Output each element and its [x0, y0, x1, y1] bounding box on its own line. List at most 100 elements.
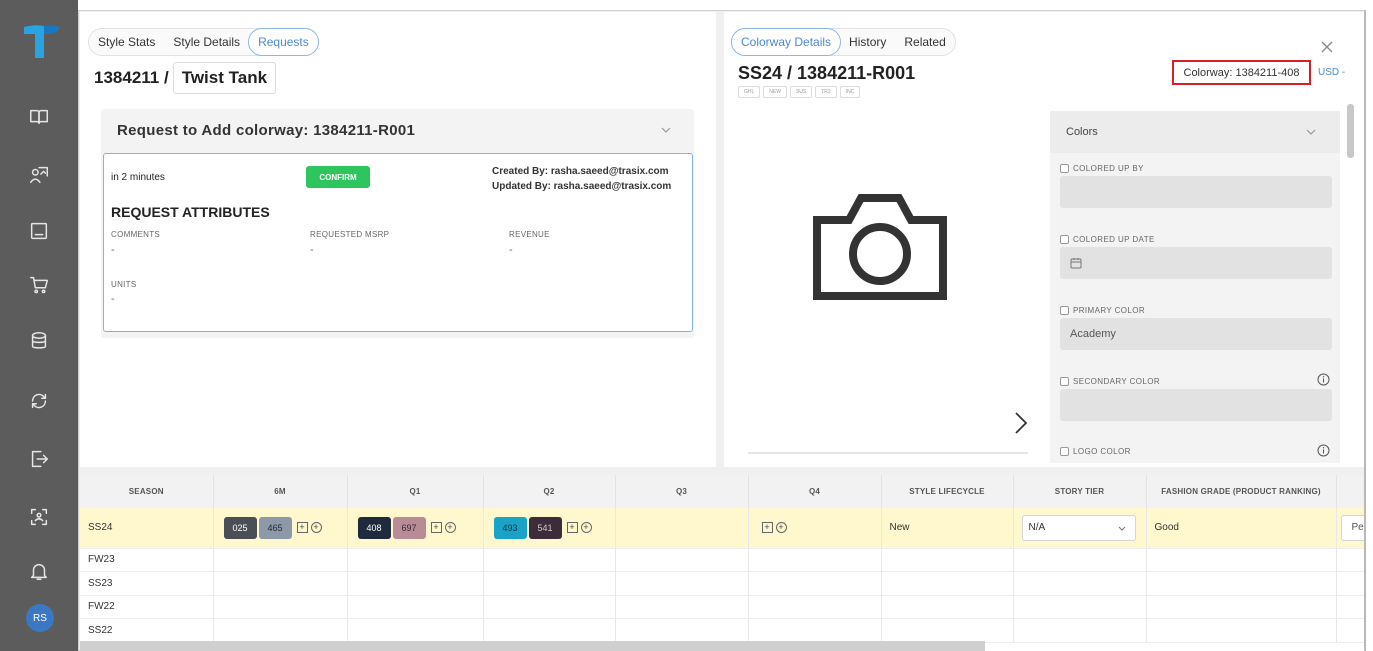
add-circle-icon[interactable]: + — [775, 522, 787, 534]
tab-style-details[interactable]: Style Details — [164, 29, 249, 55]
checkbox[interactable] — [1060, 377, 1069, 386]
chevron-down-icon — [1118, 526, 1125, 531]
request-title[interactable]: Request to Add colorway: 1384211-R001 — [117, 122, 415, 139]
season-cell: SS23 — [80, 571, 214, 596]
cart-icon[interactable] — [26, 272, 52, 298]
secondary-color-field[interactable] — [1060, 389, 1332, 421]
checkbox[interactable] — [1060, 447, 1069, 456]
table-row[interactable]: FW22 — [80, 595, 1364, 619]
info-icon[interactable] — [1317, 373, 1330, 386]
table-header-row: SEASON 6M Q1 Q2 Q3 Q4 STYLE LIFECYCLE ST… — [80, 475, 1364, 508]
story-tier-select[interactable]: N/A — [1021, 514, 1136, 541]
col-fashion-grade[interactable]: FASHION GRADE (PRODUCT RANKING) — [1146, 475, 1337, 508]
attr-value-msrp: - — [310, 244, 314, 256]
colors-section: Colors COLORED UP BY COLORED UP DATE PRI… — [1050, 111, 1340, 463]
table-row[interactable]: SS22 — [80, 618, 1364, 643]
logout-icon[interactable] — [26, 446, 52, 472]
table-row[interactable]: FW23 — [80, 548, 1364, 572]
style-tabs: Style Stats Style Details Requests — [88, 28, 319, 56]
field-label-text: COLORED UP DATE — [1073, 235, 1155, 244]
close-icon[interactable] — [1318, 38, 1336, 56]
colorway-title: SS24 / 1384211-R001 — [738, 63, 916, 83]
chevron-down-icon[interactable] — [1305, 126, 1317, 138]
monitor-icon[interactable] — [26, 218, 52, 244]
status-badge: NEW — [763, 86, 787, 98]
secondary-color-label: SECONDARY COLOR — [1060, 377, 1160, 386]
colors-section-header[interactable]: Colors — [1050, 111, 1340, 153]
calendar-icon — [1070, 258, 1082, 269]
add-circle-icon[interactable]: + — [580, 522, 592, 534]
currency-select[interactable]: USD - — [1318, 67, 1345, 78]
checkbox[interactable] — [1060, 235, 1069, 244]
add-square-icon[interactable]: + — [296, 522, 308, 534]
created-by: Created By: rasha.saeed@trasix.com — [492, 166, 669, 177]
camera-icon[interactable] — [813, 192, 947, 302]
primary-color-label: PRIMARY COLOR — [1060, 306, 1145, 315]
database-icon[interactable] — [26, 328, 52, 354]
col-q1[interactable]: Q1 — [347, 475, 484, 508]
color-chip[interactable]: 465 — [258, 516, 292, 539]
col-extra[interactable] — [1336, 475, 1364, 508]
season-cell: SS22 — [80, 618, 214, 643]
primary-color-field[interactable]: Academy — [1060, 318, 1332, 350]
color-chip[interactable]: 025 — [223, 516, 257, 539]
col-6m[interactable]: 6M — [213, 475, 348, 508]
season-cell: FW23 — [80, 548, 214, 572]
attr-value-revenue: - — [509, 244, 513, 256]
field-label-text: SECONDARY COLOR — [1073, 377, 1161, 386]
add-square-icon[interactable]: + — [430, 522, 442, 534]
col-style-lifecycle[interactable]: STYLE LIFECYCLE — [881, 475, 1014, 508]
status-badge: SUS — [789, 86, 813, 98]
request-authors: Created By: rasha.saeed@trasix.com Updat… — [492, 164, 671, 194]
avatar[interactable]: RS — [26, 604, 54, 632]
book-icon[interactable] — [26, 104, 52, 130]
tab-related[interactable]: Related — [895, 29, 954, 55]
checkbox[interactable] — [1060, 164, 1069, 173]
col-q2[interactable]: Q2 — [483, 475, 616, 508]
q1-cell: 408 697 + + — [347, 508, 484, 549]
color-chip[interactable]: 408 — [357, 516, 391, 539]
q2-cell: 493 541 + + — [483, 508, 616, 549]
extra-field[interactable]: Per — [1340, 514, 1364, 541]
checkbox[interactable] — [1060, 306, 1069, 315]
user-chart-icon[interactable] — [26, 162, 52, 188]
add-square-icon[interactable]: + — [566, 522, 578, 534]
add-square-icon[interactable]: + — [761, 522, 773, 534]
tab-colorway-details[interactable]: Colorway Details — [731, 28, 842, 56]
color-chip[interactable]: 493 — [493, 516, 527, 539]
tab-history[interactable]: History — [840, 29, 895, 55]
colors-scrollbar[interactable] — [1347, 104, 1354, 158]
add-circle-icon[interactable]: + — [310, 522, 322, 534]
tab-style-stats[interactable]: Style Stats — [89, 29, 164, 55]
col-q3[interactable]: Q3 — [615, 475, 749, 508]
style-name-field[interactable]: Twist Tank — [172, 62, 277, 94]
request-attributes-title: REQUEST ATTRIBUTES — [111, 204, 270, 220]
lifecycle-cell: New — [881, 508, 1014, 549]
colored-up-by-field[interactable] — [1060, 176, 1332, 208]
table-row[interactable]: SS24 025 465 + + 408 697 + + 493 541 + + + + New — [80, 508, 1364, 549]
sidebar: RS — [0, 0, 78, 651]
col-q4[interactable]: Q4 — [748, 475, 882, 508]
col-story-tier[interactable]: STORY TIER — [1013, 475, 1147, 508]
field-label-text: LOGO COLOR — [1073, 447, 1131, 456]
table-scrollbar[interactable] — [80, 641, 985, 651]
color-chip[interactable]: 697 — [392, 516, 426, 539]
chevron-down-icon[interactable] — [660, 124, 672, 136]
info-icon[interactable] — [1317, 444, 1330, 457]
scan-icon[interactable] — [26, 504, 52, 530]
m6-cell: 025 465 + + — [213, 508, 348, 549]
season-table: SEASON 6M Q1 Q2 Q3 Q4 STYLE LIFECYCLE ST… — [80, 475, 1364, 651]
table-row[interactable]: SS23 — [80, 571, 1364, 596]
bell-icon[interactable] — [26, 558, 52, 584]
colored-up-date-field[interactable] — [1060, 247, 1332, 279]
chevron-right-icon[interactable] — [1012, 410, 1030, 436]
request-eta: in 2 minutes — [111, 172, 165, 183]
app-logo[interactable] — [22, 24, 62, 60]
confirm-button[interactable]: CONFIRM — [306, 166, 370, 188]
add-circle-icon[interactable]: + — [444, 522, 456, 534]
tab-requests[interactable]: Requests — [248, 28, 319, 56]
color-chip[interactable]: 541 — [528, 516, 562, 539]
logo-color-label: LOGO COLOR — [1060, 447, 1131, 456]
col-season[interactable]: SEASON — [80, 475, 214, 508]
sync-icon[interactable] — [26, 388, 52, 414]
